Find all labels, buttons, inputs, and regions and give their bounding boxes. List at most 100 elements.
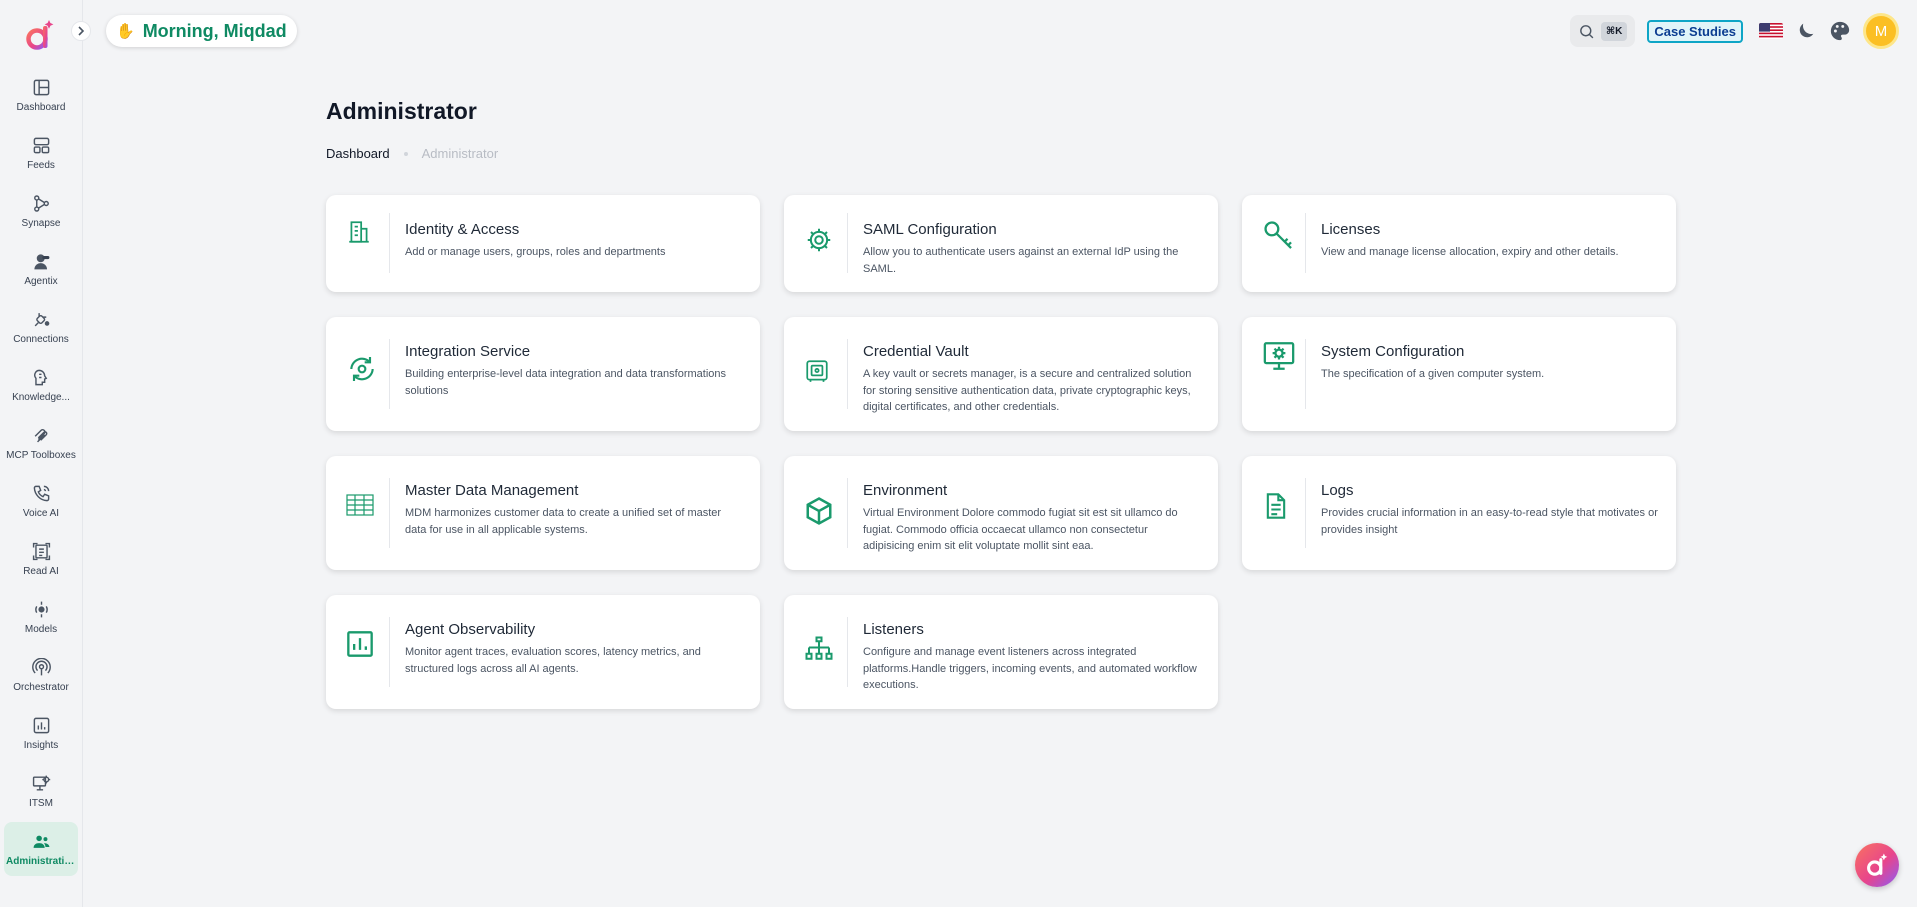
breadcrumb: Dashboard Administrator xyxy=(326,146,498,161)
card-description: Virtual Environment Dolore commodo fugia… xyxy=(863,507,1178,552)
page-title: Administrator xyxy=(326,98,477,124)
dashboard-icon xyxy=(33,79,49,95)
card-description: A key vault or secrets manager, is a sec… xyxy=(863,368,1192,413)
card-listeners[interactable]: Listeners Configure and manage event lis… xyxy=(784,595,1218,709)
models-icon xyxy=(34,601,48,617)
vault-icon xyxy=(806,360,828,382)
card-title: Credential Vault xyxy=(863,343,969,360)
sidebar-item-agentix[interactable]: Agentix xyxy=(4,242,78,296)
sidebar-collapse-button[interactable] xyxy=(71,21,91,41)
connections-icon xyxy=(34,312,49,326)
synapse-icon xyxy=(33,194,49,212)
sidebar-item-read-ai[interactable]: Read AI xyxy=(4,532,78,586)
breadcrumb-separator xyxy=(403,151,408,156)
card-identity-access[interactable]: Identity & Access Add or manage users, g… xyxy=(326,195,760,292)
sidebar-item-orchestrator[interactable]: Orchestrator xyxy=(4,648,78,702)
sidebar-item-label: Orchestrator xyxy=(13,681,69,693)
agentix-icon xyxy=(33,253,49,269)
sidebar-item-itsm[interactable]: ITSM xyxy=(4,764,78,818)
search-button[interactable]: ⌘K xyxy=(1569,15,1636,47)
card-description: Monitor agent traces, evaluation scores,… xyxy=(405,646,701,675)
case-studies-button[interactable]: Case Studies xyxy=(1647,19,1743,43)
search-icon xyxy=(1579,24,1594,38)
sidebar-item-label: Voice AI xyxy=(22,507,60,519)
orchestrator-icon xyxy=(31,657,51,675)
card-title: Integration Service xyxy=(405,343,531,360)
sidebar-item-label: Models xyxy=(24,623,58,635)
sidebar-item-label: MCP Toolboxes xyxy=(6,449,76,461)
us-flag-icon[interactable] xyxy=(1759,23,1783,39)
knowledge-icon xyxy=(33,369,47,385)
sidebar-item-insights[interactable]: Insights xyxy=(4,706,78,760)
card-master-data-management[interactable]: Master Data Management MDM harmonizes cu… xyxy=(326,456,760,570)
sidebar-item-knowledge[interactable]: Knowledge... xyxy=(4,358,78,412)
card-description: Provides crucial information in an easy-… xyxy=(1321,507,1658,536)
sidebar-item-label: Knowledge... xyxy=(12,391,70,403)
sidebar-item-label: ITSM xyxy=(29,797,53,809)
sidebar-item-feeds[interactable]: Feeds xyxy=(4,126,78,180)
search-shortcut: ⌘K xyxy=(1600,21,1628,41)
card-licenses[interactable]: Licenses View and manage license allocat… xyxy=(1242,195,1676,292)
card-credential-vault[interactable]: Credential Vault A key vault or secrets … xyxy=(784,317,1218,431)
user-avatar[interactable]: M xyxy=(1863,13,1899,49)
palette-icon[interactable] xyxy=(1829,20,1851,42)
users-icon xyxy=(33,835,49,848)
sidebar-item-mcp-toolboxes[interactable]: MCP Toolboxes xyxy=(4,416,78,470)
document-icon xyxy=(1266,493,1286,519)
sidebar-item-label: Agentix xyxy=(24,275,58,287)
card-saml-configuration[interactable]: SAML Configuration Allow you to authenti… xyxy=(784,195,1218,292)
sidebar-item-models[interactable]: Models xyxy=(4,590,78,644)
moon-icon[interactable] xyxy=(1795,20,1817,42)
sidebar-item-voice-ai[interactable]: Voice AI xyxy=(4,474,78,528)
sidebar-item-label: Dashboard xyxy=(16,101,66,113)
table-icon xyxy=(346,494,374,516)
assistant-logo-icon xyxy=(1867,853,1888,876)
card-description: Add or manage users, groups, roles and d… xyxy=(405,246,666,258)
card-logs[interactable]: Logs Provides crucial information in an … xyxy=(1242,456,1676,570)
card-title: Licenses xyxy=(1321,221,1381,238)
sidebar-item-connections[interactable]: Connections xyxy=(4,300,78,354)
card-environment[interactable]: Environment Virtual Environment Dolore c… xyxy=(784,456,1218,570)
card-title: Master Data Management xyxy=(405,482,579,499)
sidebar-item-label: Insights xyxy=(23,739,59,751)
building-icon xyxy=(349,221,369,243)
greeting-text: Morning, Miqdad xyxy=(142,20,287,41)
card-description: View and manage license allocation, expi… xyxy=(1321,246,1619,258)
sidebar-nav: Dashboard Feeds Synapse Agentix Connecti… xyxy=(4,68,78,880)
sidebar-item-synapse[interactable]: Synapse xyxy=(4,184,78,238)
sidebar-item-administration[interactable]: Administration xyxy=(4,822,78,876)
card-description: Configure and manage event listeners acr… xyxy=(863,646,1197,691)
app-logo[interactable] xyxy=(25,18,55,52)
card-title: SAML Configuration xyxy=(863,221,997,238)
chevron-right-icon xyxy=(78,26,85,36)
bar-chart-icon xyxy=(347,631,373,657)
sidebar-item-dashboard[interactable]: Dashboard xyxy=(4,68,78,122)
key-icon xyxy=(1264,221,1292,249)
card-agent-observability[interactable]: Agent Observability Monitor agent traces… xyxy=(326,595,760,709)
card-title: Agent Observability xyxy=(405,621,536,638)
read-ai-icon xyxy=(32,542,50,560)
insights-icon xyxy=(33,717,49,733)
card-system-configuration[interactable]: System Configuration The specification o… xyxy=(1242,317,1676,431)
mcp-icon xyxy=(34,428,47,442)
sidebar-item-label: Synapse xyxy=(21,217,61,229)
card-title: Environment xyxy=(863,482,948,499)
monitor-gear-icon xyxy=(1263,342,1295,370)
sidebar-item-label: Read AI xyxy=(23,565,59,577)
assistant-fab-button[interactable] xyxy=(1855,843,1899,887)
card-description: Allow you to authenticate users against … xyxy=(863,246,1179,275)
card-description: The specification of a given computer sy… xyxy=(1321,368,1545,380)
greeting-badge: ✋ Morning, Miqdad xyxy=(106,15,297,47)
card-integration-service[interactable]: Integration Service Building enterprise-… xyxy=(326,317,760,431)
tools-gear-icon xyxy=(807,228,831,252)
wave-emoji: ✋ xyxy=(116,23,135,40)
card-title: Listeners xyxy=(863,621,924,638)
feeds-icon xyxy=(33,137,49,153)
itsm-icon xyxy=(32,775,50,791)
card-title: Logs xyxy=(1321,482,1354,499)
breadcrumb-dashboard-link[interactable]: Dashboard xyxy=(326,146,390,161)
card-description: Building enterprise-level data integrati… xyxy=(405,368,727,397)
sidebar-item-label: Feeds xyxy=(27,159,55,171)
card-title: System Configuration xyxy=(1321,343,1465,360)
cube-icon xyxy=(806,497,832,525)
